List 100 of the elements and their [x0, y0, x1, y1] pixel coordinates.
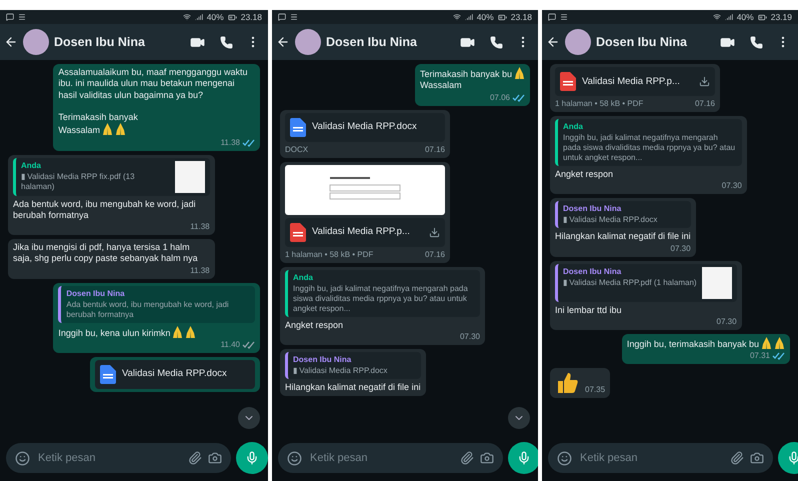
message-input[interactable]: Ketik pesan	[548, 443, 773, 473]
file-attachment[interactable]: Validasi Media RPP.p...	[285, 218, 445, 246]
quoted-message[interactable]: Dosen Ibu Nina ▮ Validasi Media RPP.docx	[285, 352, 421, 379]
message-text: Ada bentuk word, ibu mengubah ke word, jadi berubah formatnya	[13, 198, 197, 220]
microphone-button[interactable]	[236, 442, 268, 474]
phone-icon[interactable]	[220, 36, 233, 48]
back-icon[interactable]	[4, 35, 18, 49]
signal-icon	[194, 13, 203, 21]
message-time: 07.31	[750, 351, 770, 361]
message-time: 07.30	[670, 244, 691, 254]
message-text-input[interactable]: Ketik pesan	[36, 451, 182, 465]
message-text-input[interactable]: Ketik pesan	[578, 451, 724, 465]
battery-percent: 40%	[206, 12, 224, 22]
clock-time: 23.19	[770, 12, 792, 22]
file-info: 1 halaman • 58 kB • PDF	[285, 250, 374, 260]
download-icon	[429, 226, 440, 238]
microphone-icon	[787, 451, 798, 465]
menu-icon	[560, 13, 568, 21]
file-name: Validasi Media RPP.docx	[122, 368, 228, 380]
document-thumbnail	[702, 266, 732, 298]
signal-icon	[724, 13, 733, 21]
message-text: Angket respon	[285, 320, 344, 330]
back-icon[interactable]	[276, 35, 290, 49]
smiley-icon	[15, 450, 30, 466]
contact-name[interactable]: Dosen Ibu Nina	[54, 35, 185, 49]
battery-icon	[228, 12, 237, 22]
phone-icon[interactable]	[490, 36, 503, 48]
camera-icon	[750, 451, 764, 465]
pdf-file-icon	[290, 222, 306, 242]
camera-icon	[480, 451, 494, 465]
message-text: Wassalam	[58, 125, 100, 136]
scroll-down-button[interactable]	[508, 407, 530, 429]
message-icon	[6, 13, 14, 21]
contact-avatar[interactable]	[565, 29, 591, 55]
message-input[interactable]: Ketik pesan	[278, 443, 503, 473]
battery-percent: 40%	[476, 12, 494, 22]
quote-text: ▮ Validasi Media RPP.docx	[293, 366, 388, 376]
message-time: 07.30	[716, 316, 737, 327]
clock-time: 23.18	[240, 12, 262, 22]
document-thumbnail	[174, 160, 205, 192]
battery-percent: 40%	[736, 12, 754, 22]
message-time: 07.16	[424, 250, 445, 260]
download-icon	[699, 76, 710, 87]
quote-text: Inggih bu, jadi kalimat negatifnya mengarah pada siswa divaliditas media rppnya ya bu? atau untuk angket respon...	[293, 284, 469, 314]
quote-author: Dosen Ibu Nina	[563, 204, 622, 214]
contact-name[interactable]: Dosen Ibu Nina	[596, 35, 715, 49]
phone-icon[interactable]	[750, 36, 763, 48]
wifi-icon	[452, 13, 461, 21]
quote-text: Inggih bu, jadi kalimat negatifnya mengarah pada siswa divaliditas media rppnya ya bu? atau untuk angket respon...	[563, 133, 736, 163]
quoted-message[interactable]: Anda ▮ Validasi Media RPP fix.pdf (13 halaman)	[13, 158, 210, 196]
message-icon	[278, 13, 286, 21]
quote-author: Anda	[21, 160, 42, 170]
quote-author: Anda	[563, 122, 584, 132]
message-text: Terimakasih banyak bu	[420, 69, 512, 79]
pdf-file-icon	[560, 72, 576, 91]
file-attachment[interactable]: Validasi Media RPP.docx	[285, 112, 445, 142]
message-text: Inggih bu, terimakasih banyak bu	[626, 338, 759, 349]
smiley-icon	[287, 450, 302, 466]
message-time: 07.16	[424, 144, 445, 154]
file-name: Validasi Media RPP.p...	[312, 226, 411, 238]
message-text: Hilangkan kalimat negatif di file ini	[285, 382, 421, 392]
quoted-message[interactable]: Anda Inggih bu, jadi kalimat negatifnya mengarah pada siswa divaliditas media rppnya ya bu? atau untuk angket respon...	[555, 119, 742, 166]
wifi-icon	[712, 13, 721, 21]
message-time: 07.06	[490, 92, 510, 102]
read-receipt-icon	[242, 138, 255, 146]
read-receipt-icon	[242, 340, 255, 349]
contact-avatar[interactable]	[295, 29, 321, 55]
message-time: 11.38	[190, 222, 210, 232]
read-receipt-icon	[772, 352, 785, 360]
file-attachment[interactable]: Validasi Media RPP.docx	[95, 360, 255, 389]
message-icon	[548, 13, 556, 21]
message-input[interactable]: Ketik pesan	[6, 443, 231, 473]
file-name: Validasi Media RPP.docx	[312, 121, 418, 133]
file-attachment[interactable]: Validasi Media RPP.p...	[555, 67, 715, 96]
quote-author: Anda	[293, 272, 314, 282]
microphone-icon	[245, 451, 259, 465]
scroll-down-button[interactable]	[238, 407, 260, 429]
message-time: 11.38	[190, 266, 210, 276]
back-icon[interactable]	[546, 35, 560, 49]
file-name: Validasi Media RPP.p...	[582, 76, 681, 88]
microphone-button[interactable]	[508, 442, 538, 474]
message-text: Angket respon	[555, 169, 614, 179]
message-text-input[interactable]: Ketik pesan	[308, 451, 454, 465]
quoted-message[interactable]: Anda Inggih bu, jadi kalimat negatifnya mengarah pada siswa divaliditas media rppnya ya bu? atau untuk angket respon...	[285, 270, 480, 316]
document-file-icon	[290, 118, 306, 136]
battery-icon	[498, 12, 507, 22]
wifi-icon	[182, 13, 191, 21]
contact-name[interactable]: Dosen Ibu Nina	[326, 35, 455, 49]
contact-avatar[interactable]	[23, 29, 49, 55]
quoted-message[interactable]: Dosen Ibu Nina ▮ Validasi Media RPP.docx	[555, 201, 691, 228]
message-time: 07.30	[460, 332, 480, 342]
message-time: 07.35	[585, 385, 606, 395]
message-text: Ini lembar ttd ibu	[555, 304, 622, 314]
quote-text: Ada bentuk word, ibu mengubah ke word, jadi berubah formatnya	[66, 300, 230, 320]
quoted-message[interactable]: Dosen Ibu Nina ▮ Validasi Media RPP.pdf (1 halaman)	[555, 264, 737, 302]
quote-author: Dosen Ibu Nina	[293, 354, 352, 365]
quoted-message[interactable]: Dosen Ibu Nina Ada bentuk word, ibu mengubah ke word, jadi berubah formatnya	[58, 286, 255, 322]
signal-icon	[464, 13, 473, 21]
document-file-icon	[100, 364, 116, 384]
quote-text: ▮ Validasi Media RPP.docx	[563, 215, 658, 226]
